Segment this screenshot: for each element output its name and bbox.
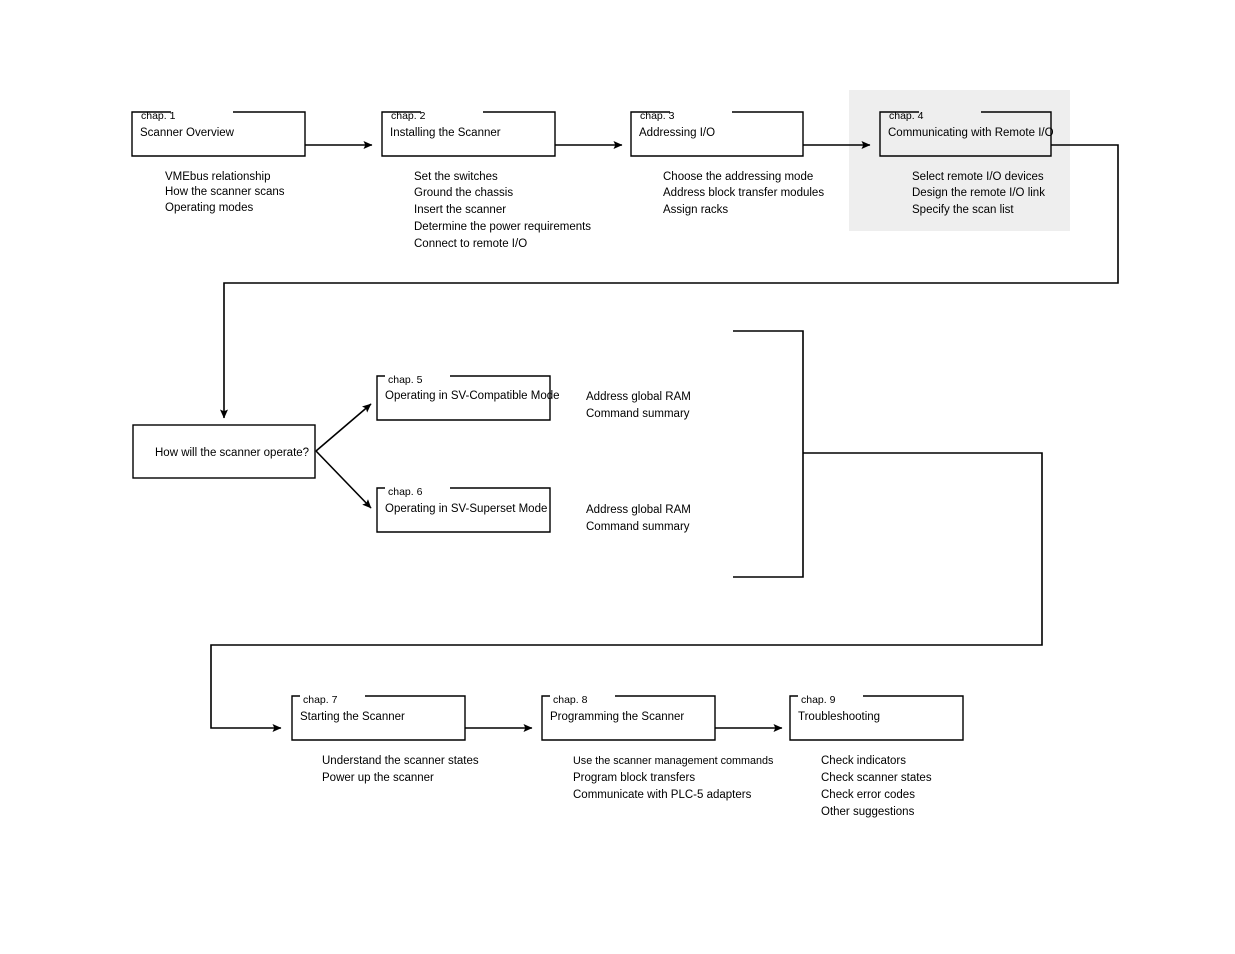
chapter-node-chap8[interactable]: chap. 8 Programming the Scanner	[541, 694, 716, 741]
chapter7-bullets: Understand the scanner states Power up t…	[322, 755, 479, 784]
decision-label: How will the scanner operate?	[155, 447, 309, 459]
chapter2-bullets: Set the switches Ground the chassis Inse…	[414, 171, 591, 250]
chapter4-title: Communicating with Remote I/O	[888, 127, 1054, 139]
chapter-node-chap2[interactable]: chap. 2 Installing the Scanner	[381, 110, 556, 157]
chapter8-chap-label: chap. 8	[553, 694, 588, 706]
chapter4-chap-label: chap. 4	[889, 110, 924, 122]
chapter2-bullet-4: Connect to remote I/O	[414, 238, 527, 250]
chapter3-chap-label: chap. 3	[640, 110, 675, 122]
chapter8-bullet-0: Use the scanner management commands	[573, 755, 774, 767]
chapter9-chap-label: chap. 9	[801, 694, 836, 706]
chapter5-bullet-1: Command summary	[586, 408, 690, 420]
chapter2-bullet-0: Set the switches	[414, 171, 498, 183]
chapter8-bullets: Use the scanner management commands Prog…	[573, 755, 774, 801]
chapter5-title: Operating in SV-Compatible Mode	[385, 390, 560, 402]
connector-decision-to-chap5	[315, 403, 372, 452]
connector-merge-to-chap7	[210, 452, 1043, 732]
chapter-node-chap7[interactable]: chap. 7 Starting the Scanner	[291, 694, 466, 741]
chapter5-chap-label: chap. 5	[388, 374, 423, 386]
chapter6-bullets: Address global RAM Command summary	[586, 504, 691, 533]
connector-merge-bracket	[733, 330, 804, 578]
chapter3-title: Addressing I/O	[639, 127, 715, 139]
chapter-node-chap1[interactable]: chap. 1 Scanner Overview	[131, 110, 306, 157]
chapter3-bullets: Choose the addressing mode Address block…	[663, 171, 824, 216]
chapter1-chap-label: chap. 1	[141, 110, 176, 122]
chapter3-bullet-0: Choose the addressing mode	[663, 171, 813, 183]
chapter-node-chap5[interactable]: chap. 5 Operating in SV-Compatible Mode	[376, 374, 560, 421]
chapter2-bullet-1: Ground the chassis	[414, 187, 513, 199]
chapter9-title: Troubleshooting	[798, 711, 880, 723]
chapter9-bullet-1: Check scanner states	[821, 772, 932, 784]
chapter1-bullets: VMEbus relationship How the scanner scan…	[165, 171, 285, 214]
chapter6-bullet-0: Address global RAM	[586, 504, 691, 516]
chapter-node-chap6[interactable]: chap. 6 Operating in SV-Superset Mode	[376, 486, 551, 533]
chapter8-title: Programming the Scanner	[550, 711, 684, 723]
chapter1-bullet-0: VMEbus relationship	[165, 171, 270, 183]
chapter5-bullets: Address global RAM Command summary	[586, 391, 691, 420]
flowchart-diagram: chap. 1 Scanner Overview VMEbus relation…	[0, 0, 1235, 954]
chapter2-chap-label: chap. 2	[391, 110, 426, 122]
chapter9-bullet-0: Check indicators	[821, 755, 906, 767]
chapter7-chap-label: chap. 7	[303, 694, 338, 706]
chapter3-bullet-2: Assign racks	[663, 204, 728, 216]
chapter8-bullet-2: Communicate with PLC-5 adapters	[573, 789, 752, 801]
chapter2-title: Installing the Scanner	[390, 127, 501, 139]
chapter2-bullet-3: Determine the power requirements	[414, 221, 591, 233]
flowchart-canvas: chap. 1 Scanner Overview VMEbus relation…	[131, 90, 1119, 818]
chapter6-chap-label: chap. 6	[388, 486, 423, 498]
chapter4-bullet-0: Select remote I/O devices	[912, 171, 1044, 183]
chapter-node-chap3[interactable]: chap. 3 Addressing I/O	[630, 110, 804, 157]
chapter8-bullet-1: Program block transfers	[573, 772, 695, 784]
chapter7-bullet-1: Power up the scanner	[322, 772, 434, 784]
chapter9-bullet-3: Other suggestions	[821, 806, 915, 818]
chapter7-title: Starting the Scanner	[300, 711, 405, 723]
chapter5-bullet-0: Address global RAM	[586, 391, 691, 403]
chapter6-bullet-1: Command summary	[586, 521, 690, 533]
decision-node[interactable]: How will the scanner operate?	[132, 424, 316, 479]
chapter9-bullet-2: Check error codes	[821, 789, 915, 801]
chapter-node-chap9[interactable]: chap. 9 Troubleshooting	[789, 694, 964, 741]
chapter6-title: Operating in SV-Superset Mode	[385, 503, 547, 515]
chapter4-bullet-2: Specify the scan list	[912, 204, 1014, 216]
chapter1-bullet-1: How the scanner scans	[165, 186, 285, 198]
chapter1-title: Scanner Overview	[140, 127, 235, 139]
chapter3-bullet-1: Address block transfer modules	[663, 187, 824, 199]
chapter9-bullets: Check indicators Check scanner states Ch…	[821, 755, 932, 818]
chapter1-bullet-2: Operating modes	[165, 202, 253, 214]
chapter2-bullet-2: Insert the scanner	[414, 204, 506, 216]
connector-decision-to-chap6	[315, 450, 372, 509]
chapter7-bullet-0: Understand the scanner states	[322, 755, 479, 767]
chapter4-bullet-1: Design the remote I/O link	[912, 187, 1045, 199]
